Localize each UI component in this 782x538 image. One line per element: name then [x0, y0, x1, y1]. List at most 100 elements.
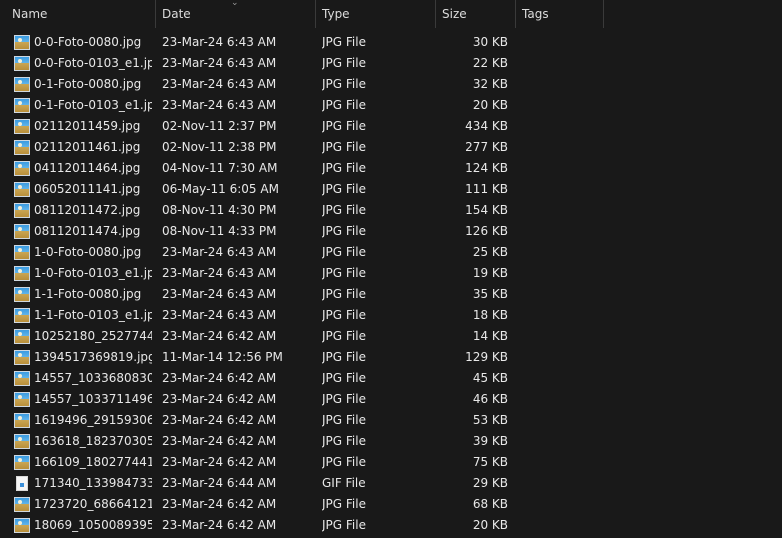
image-file-icon-glyph	[14, 35, 30, 50]
file-name: 08112011474.jpg	[34, 224, 141, 238]
file-row[interactable]: 0-0-Foto-0080.jpg 23-Mar-24 6:43 AM JPG Fi…	[0, 32, 782, 53]
file-row[interactable]: 1394517369819.jpg 11-Mar-14 12:56 PM JPG F…	[0, 347, 782, 368]
file-name: 18069_10500893951...	[34, 518, 152, 532]
file-row[interactable]: 08112011474.jpg 08-Nov-11 4:33 PM JPG File…	[0, 221, 782, 242]
image-file-icon	[14, 392, 30, 407]
file-row[interactable]: 14557_10337114968... 23-Mar-24 6:42 AM JPG…	[0, 389, 782, 410]
image-file-icon	[14, 140, 30, 155]
image-file-icon	[14, 308, 30, 323]
image-file-icon	[14, 224, 30, 239]
file-row[interactable]: 02112011461.jpg 02-Nov-11 2:38 PM JPG File…	[0, 137, 782, 158]
file-date: 23-Mar-24 6:42 AM	[162, 497, 277, 511]
file-row[interactable]: 166109_1802774419... 23-Mar-24 6:42 AM JPG…	[0, 452, 782, 473]
image-file-icon	[14, 77, 30, 92]
file-size: 434 KB	[465, 119, 508, 133]
file-date: 23-Mar-24 6:42 AM	[162, 371, 277, 385]
file-row[interactable]: 0-1-Foto-0103_e1.jpg 23-Mar-24 6:43 AM JPG…	[0, 95, 782, 116]
file-date: 02-Nov-11 2:38 PM	[162, 140, 277, 154]
file-type: JPG File	[322, 224, 366, 238]
file-name: 08112011472.jpg	[34, 203, 141, 217]
file-type: JPG File	[322, 497, 366, 511]
file-name: 1-0-Foto-0080.jpg	[34, 245, 142, 259]
column-header-size[interactable]: Size	[436, 0, 516, 28]
file-size: 25 KB	[472, 245, 508, 259]
file-date: 06-May-11 6:05 AM	[162, 182, 279, 196]
file-date: 23-Mar-24 6:42 AM	[162, 518, 277, 532]
image-file-icon	[14, 350, 30, 365]
file-size: 68 KB	[472, 497, 508, 511]
file-date: 23-Mar-24 6:43 AM	[162, 287, 277, 301]
file-type: JPG File	[322, 413, 366, 427]
file-date: 23-Mar-24 6:42 AM	[162, 392, 277, 406]
file-type: JPG File	[322, 35, 366, 49]
file-type: JPG File	[322, 98, 366, 112]
document-file-icon	[14, 476, 30, 491]
file-date: 23-Mar-24 6:42 AM	[162, 434, 277, 448]
file-row[interactable]: 06052011141.jpg 06-May-11 6:05 AM JPG File…	[0, 179, 782, 200]
file-type: JPG File	[322, 161, 366, 175]
image-file-icon-glyph	[14, 182, 30, 197]
file-type: JPG File	[322, 77, 366, 91]
file-size: 30 KB	[472, 35, 508, 49]
file-row[interactable]: 18069_10500893951... 23-Mar-24 6:42 AM JPG…	[0, 515, 782, 536]
image-file-icon	[14, 119, 30, 134]
file-date: 23-Mar-24 6:44 AM	[162, 476, 277, 490]
image-file-icon	[14, 161, 30, 176]
file-type: GIF File	[322, 476, 366, 490]
file-explorer-details-view: Name Date Type Size Tags ⌄ 0-0-Foto-0080…	[0, 0, 782, 538]
file-row[interactable]: 1-0-Foto-0080.jpg 23-Mar-24 6:43 AM JPG Fi…	[0, 242, 782, 263]
file-row[interactable]: 02112011459.jpg 02-Nov-11 2:37 PM JPG File…	[0, 116, 782, 137]
file-row[interactable]: 1-1-Foto-0103_e1.jpg 23-Mar-24 6:43 AM JPG…	[0, 305, 782, 326]
file-size: 22 KB	[472, 56, 508, 70]
file-name: 163618_1823703051...	[34, 434, 152, 448]
file-name: 166109_1802774419...	[34, 455, 152, 469]
file-type: JPG File	[322, 434, 366, 448]
file-type: JPG File	[322, 371, 366, 385]
file-row[interactable]: 163618_1823703051... 23-Mar-24 6:42 AM JPG…	[0, 431, 782, 452]
file-row[interactable]: 04112011464.jpg 04-Nov-11 7:30 AM JPG File…	[0, 158, 782, 179]
image-file-icon	[14, 98, 30, 113]
file-row[interactable]: 08112011472.jpg 08-Nov-11 4:30 PM JPG File…	[0, 200, 782, 221]
file-date: 23-Mar-24 6:43 AM	[162, 56, 277, 70]
file-row[interactable]: 0-1-Foto-0080.jpg 23-Mar-24 6:43 AM JPG Fi…	[0, 74, 782, 95]
file-type: JPG File	[322, 245, 366, 259]
file-row[interactable]: 0-0-Foto-0103_e1.jpg 23-Mar-24 6:43 AM JPG…	[0, 53, 782, 74]
image-file-icon-glyph	[14, 455, 30, 470]
column-header-bar: Name Date Type Size Tags ⌄	[0, 0, 782, 29]
file-size: 35 KB	[472, 287, 508, 301]
file-row[interactable]: 14557_10336808301... 23-Mar-24 6:42 AM JPG…	[0, 368, 782, 389]
file-type: JPG File	[322, 350, 366, 364]
file-size: 29 KB	[472, 476, 508, 490]
file-date: 23-Mar-24 6:43 AM	[162, 266, 277, 280]
file-type: JPG File	[322, 56, 366, 70]
column-header-tags[interactable]: Tags	[516, 0, 604, 28]
file-size: 126 KB	[465, 224, 508, 238]
file-row[interactable]: 1619496_291593067... 23-Mar-24 6:42 AM JPG…	[0, 410, 782, 431]
file-size: 45 KB	[472, 371, 508, 385]
file-row[interactable]: 10252180_25277441... 23-Mar-24 6:42 AM JPG…	[0, 326, 782, 347]
file-row[interactable]: 1723720_686641214... 23-Mar-24 6:42 AM JPG…	[0, 494, 782, 515]
file-size: 39 KB	[472, 434, 508, 448]
file-date: 23-Mar-24 6:43 AM	[162, 77, 277, 91]
file-date: 23-Mar-24 6:43 AM	[162, 98, 277, 112]
file-row[interactable]: 1-0-Foto-0103_e1.jpg 23-Mar-24 6:43 AM JPG…	[0, 263, 782, 284]
file-type: JPG File	[322, 182, 366, 196]
file-row[interactable]: 171340_1339847333... 23-Mar-24 6:44 AM GIF…	[0, 473, 782, 494]
file-name: 1394517369819.jpg	[34, 350, 152, 364]
file-type: JPG File	[322, 203, 366, 217]
file-row[interactable]: 1-1-Foto-0080.jpg 23-Mar-24 6:43 AM JPG Fi…	[0, 284, 782, 305]
file-name: 0-0-Foto-0103_e1.jpg	[34, 56, 152, 70]
file-size: 14 KB	[472, 329, 508, 343]
file-name: 0-1-Foto-0080.jpg	[34, 77, 142, 91]
image-file-icon	[14, 245, 30, 260]
image-file-icon	[14, 182, 30, 197]
file-name: 1619496_291593067...	[34, 413, 152, 427]
file-size: 32 KB	[472, 77, 508, 91]
column-header-name[interactable]: Name	[0, 0, 156, 28]
file-date: 02-Nov-11 2:37 PM	[162, 119, 277, 133]
column-header-type[interactable]: Type	[316, 0, 436, 28]
image-file-icon-glyph	[14, 203, 30, 218]
image-file-icon-glyph	[14, 287, 30, 302]
image-file-icon	[14, 518, 30, 533]
file-name: 10252180_25277441...	[34, 329, 152, 343]
